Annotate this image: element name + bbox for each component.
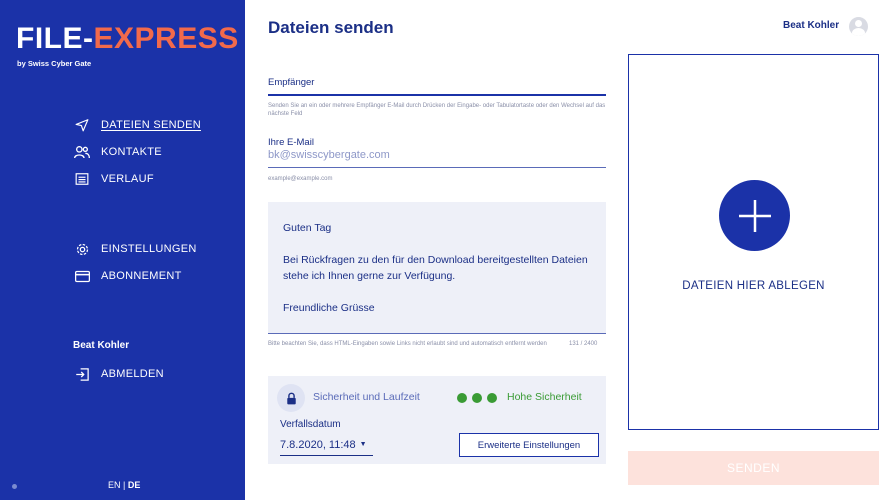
char-counter: 131 / 2400 [569,341,598,347]
language-switcher: EN | DE [108,480,140,490]
contacts-icon [74,144,90,160]
history-icon [74,171,90,187]
lang-en[interactable]: EN [108,480,121,490]
sidebar: FILE-EXPRESS by Swiss Cyber Gate DATEIEN… [0,0,245,500]
sidebar-item-label: VERLAUF [101,173,154,185]
send-button[interactable]: SENDEN [628,451,879,485]
gear-icon [74,241,90,257]
security-level-dots [457,393,497,403]
security-panel: Sicherheit und Laufzeit Hohe Sicherheit … [268,376,606,464]
sidebar-item-label: DATEIEN SENDEN [101,119,201,131]
caret-down-icon: ▼ [359,441,367,448]
sidebar-item-verlauf[interactable]: VERLAUF [74,170,154,188]
security-title: Sicherheit und Laufzeit [313,391,420,403]
message-closing: Freundliche Grüsse [283,302,375,314]
app-logo[interactable]: FILE-EXPRESS [16,22,239,56]
expiry-label: Verfallsdatum [280,419,341,430]
sidebar-item-dateien-senden[interactable]: DATEIEN SENDEN [74,116,201,134]
message-body: Bei Rückfragen zu den für den Download b… [283,254,588,282]
message-greeting: Guten Tag [283,222,332,234]
message-hint: Bitte beachten Sie, dass HTML-Eingaben s… [268,341,547,347]
sidebar-item-abonnement[interactable]: ABONNEMENT [74,267,182,285]
file-dropzone[interactable]: DATEIEN HIER ABLEGEN [628,54,879,430]
lock-icon [277,384,305,412]
credit-card-icon [74,268,90,284]
expiry-date-select[interactable]: 7.8.2020, 11:48 ▼ [280,434,373,456]
email-field-label: Ihre E-Mail [268,137,314,148]
send-icon [74,117,90,133]
avatar[interactable] [849,17,868,36]
dropzone-label: DATEIEN HIER ABLEGEN [682,280,825,292]
sidebar-item-label: KONTAKTE [101,146,162,158]
recipient-field[interactable]: Empfänger [268,77,314,88]
sidebar-user-name: Beat Kohler [73,340,130,351]
status-dot [12,484,17,489]
page-title: Dateien senden [268,18,394,37]
logo-part2: EXPRESS [93,22,239,55]
email-field-underline [268,167,606,168]
sidebar-item-label: ABONNEMENT [101,270,182,282]
email-field[interactable]: bk@swisscybergate.com [268,149,390,161]
logout-icon [74,366,90,382]
header-user-name[interactable]: Beat Kohler [783,20,839,31]
expiry-date-value: 7.8.2020, 11:48 [280,438,356,451]
recipient-hint: Senden Sie an ein oder mehrere Empfänger… [268,103,606,117]
logout-button[interactable]: ABMELDEN [74,365,164,383]
lang-separator: | [123,480,126,490]
recipient-field-underline [268,94,606,96]
plus-icon [738,199,771,232]
sidebar-item-kontakte[interactable]: KONTAKTE [74,143,162,161]
lang-de[interactable]: DE [128,480,141,490]
sidebar-item-einstellungen[interactable]: EINSTELLUNGEN [74,240,197,258]
message-textarea[interactable]: Guten Tag Bei Rückfragen zu den für den … [268,202,606,334]
email-hint: example@example.com [268,176,333,182]
add-file-button[interactable] [719,180,790,251]
security-level: Hohe Sicherheit [507,391,582,403]
logo-subtitle: by Swiss Cyber Gate [17,59,92,68]
sidebar-item-label: EINSTELLUNGEN [101,243,197,255]
logo-part1: FILE- [16,22,94,55]
advanced-settings-button[interactable]: Erweiterte Einstellungen [459,433,599,457]
logout-label: ABMELDEN [101,368,164,380]
